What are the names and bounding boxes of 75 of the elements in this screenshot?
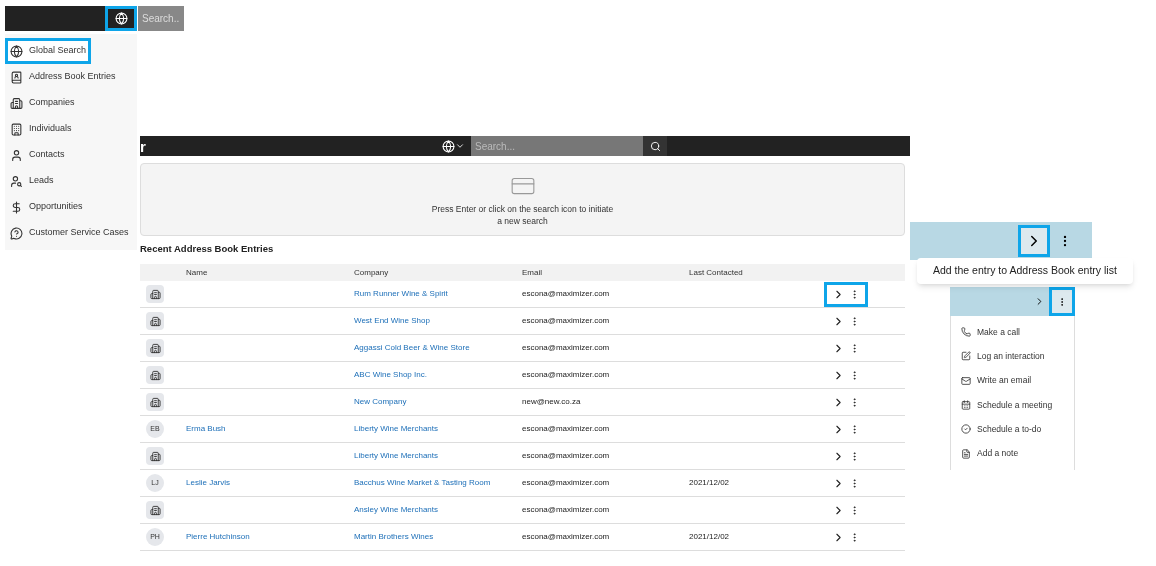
building-icon [149,396,161,408]
email-cell-text: escona@maximizer.com [522,504,611,517]
edit-icon [961,351,971,362]
column-header: Company [354,266,390,279]
dollar-icon [10,200,23,214]
contact-name-link[interactable]: Erma Bush [186,423,354,436]
building-icon [149,315,161,327]
scope-menu-item[interactable]: Individuals [5,116,77,142]
email-cell-text: escona@maximizer.com [522,450,611,463]
email-cell-text: escona@maximizer.com [522,315,611,328]
empty-state-message: Press Enter or click on the search icon to initiate a new search [431,202,614,227]
column-header: Email [522,266,543,279]
scope-menu-item[interactable]: Global Search [5,38,92,64]
globe-search-icon [114,12,128,25]
company-link[interactable]: ABC Wine Shop Inc. [354,369,522,382]
building-icon [149,288,161,300]
scope-menu-item[interactable]: Address Book Entries [5,64,121,90]
buildings-icon [10,122,23,136]
email-cell-text: new@new.co.za [522,396,582,409]
company-link[interactable]: Rum Runner Wine & Spirit [354,288,522,301]
search-scope-button[interactable] [105,6,137,31]
scope-menu-item[interactable]: Contacts [5,142,70,168]
building-icon [149,369,161,381]
company-link[interactable]: Aggassi Cold Beer & Wine Store [354,342,522,355]
contact-name-link[interactable]: Pierre Hutchinson [186,531,354,544]
building-icon [149,342,161,354]
check-circle-icon [961,424,971,435]
last-contacted-cell-text: 2021/12/02 [689,477,731,490]
column-header: Last Contacted [689,266,744,279]
menu-item[interactable]: Log an interaction [951,344,1074,369]
company-link[interactable]: Liberty Wine Merchants [354,423,522,436]
email-cell-text: escona@maximizer.com [522,342,611,355]
search-button[interactable] [643,136,667,156]
globe-search-icon [10,44,23,58]
menu-item[interactable]: Add a note [951,441,1074,466]
person-search-icon [10,174,23,188]
person-icon [10,148,23,162]
menu-item[interactable]: Write an email [951,368,1074,393]
chat-question-icon [10,226,23,240]
scope-menu-item[interactable]: Opportunities [5,194,88,220]
email-cell-text: escona@maximizer.com [522,477,611,490]
header-title: r [140,138,147,154]
menu-item[interactable]: Schedule a to-do [951,417,1074,442]
scope-menu-item[interactable]: Companies [5,90,80,116]
menu-item[interactable]: Schedule a meeting [951,392,1074,418]
last-contacted-cell-text: 2021/12/02 [689,531,731,544]
mail-icon [961,375,971,386]
company-link[interactable]: Ansley Wine Merchants [354,504,522,517]
search-field[interactable]: Search... [471,136,643,156]
building-icon [10,96,23,110]
address-book-icon [10,70,23,84]
contact-name-link[interactable]: Leslie Jarvis [186,477,354,490]
company-link[interactable]: Martin Brothers Wines [354,531,522,544]
email-cell-text: escona@maximizer.com [522,531,611,544]
company-link[interactable]: Liberty Wine Merchants [354,450,522,463]
email-cell-text: escona@maximizer.com [522,288,611,301]
caret-icon [455,141,465,151]
company-link[interactable]: West End Wine Shop [354,315,522,328]
building-icon [149,450,161,462]
company-link[interactable]: New Company [354,396,522,409]
company-link[interactable]: Bacchus Wine Market & Tasting Room [354,477,522,490]
scope-menu-item[interactable]: Leads [5,168,59,194]
calendar-icon [961,400,971,411]
tooltip: Add the entry to Address Book entry list [917,258,1133,284]
email-cell-text: escona@maximizer.com [522,423,611,436]
search-icon [649,140,661,152]
phone-icon [961,327,971,338]
scope-menu-item[interactable]: Customer Service Cases [5,220,134,246]
note-icon [961,448,971,459]
search-scope-icon[interactable] [442,139,455,153]
building-icon [149,504,161,516]
section-title: Recent Address Book Entries [140,242,275,256]
column-header: Name [186,266,209,279]
menu-item[interactable]: Make a call [951,320,1074,345]
email-cell-text: escona@maximizer.com [522,369,611,382]
